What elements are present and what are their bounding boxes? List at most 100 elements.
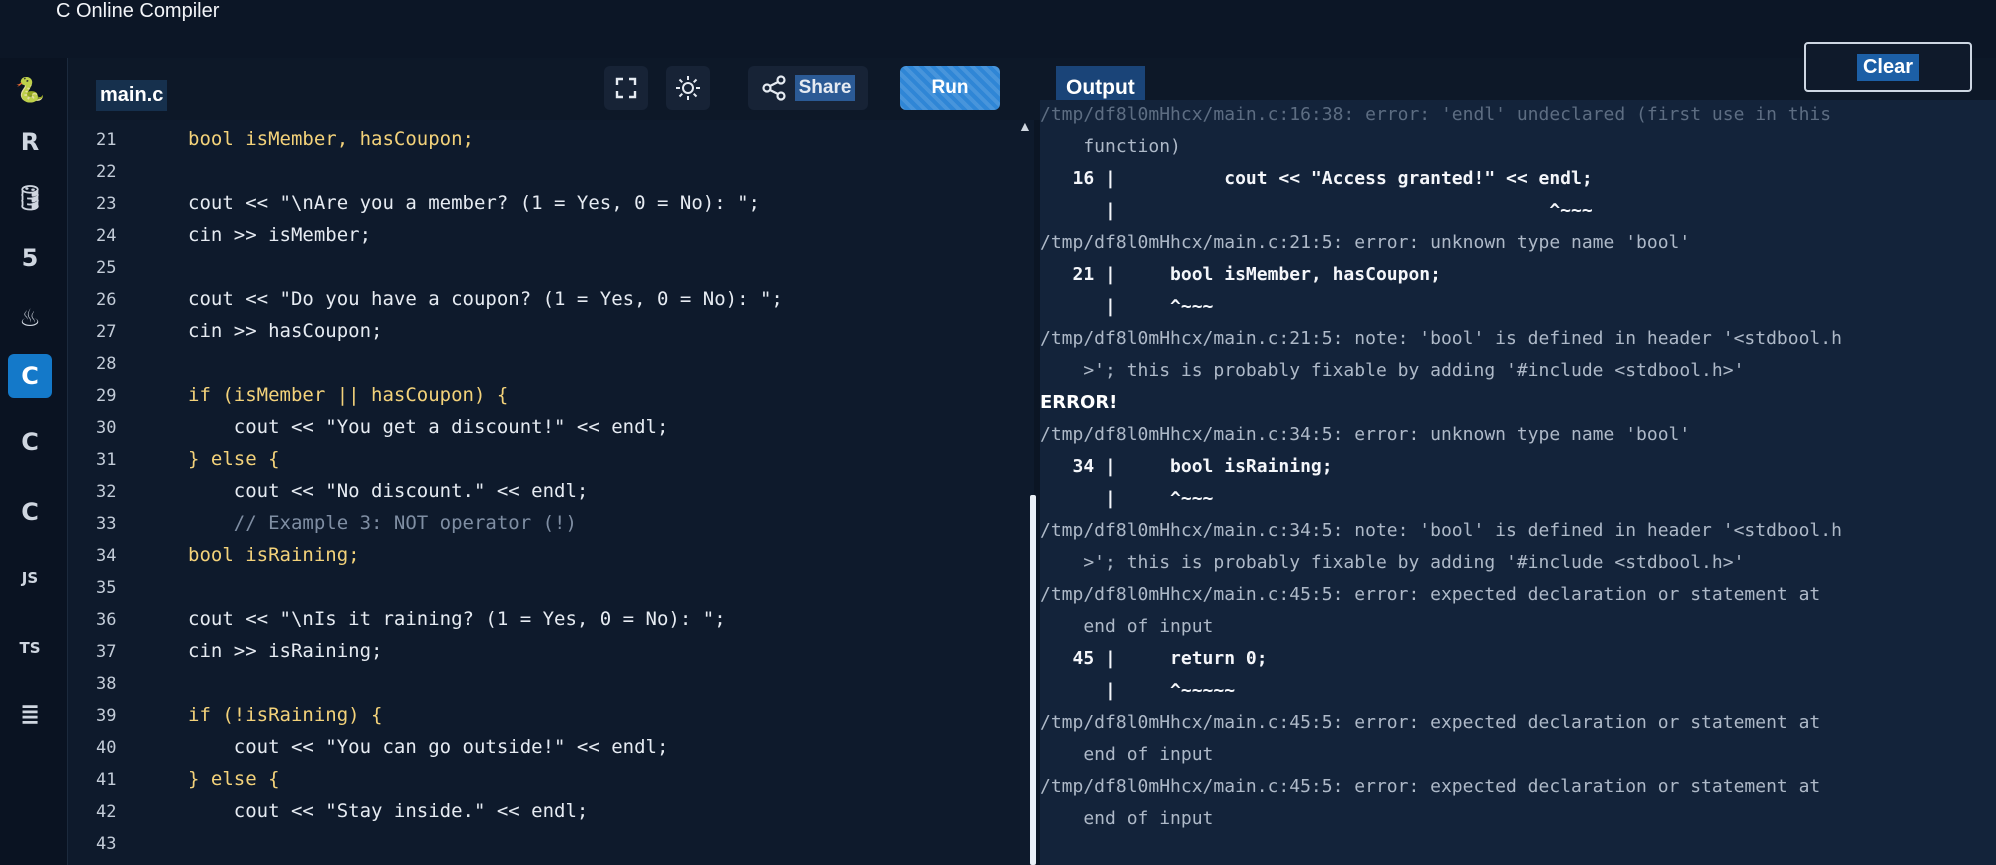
sidebar-item-csharp[interactable]: C (8, 490, 52, 534)
code-line: cout << "You get a discount!" << endl; (188, 416, 669, 438)
line-number: 25 (96, 258, 117, 278)
output-line: /tmp/df8l0mHhcx/main.c:16:38: error: 'en… (1040, 104, 1832, 125)
run-button[interactable]: Run (900, 66, 1000, 110)
top-bar: C Online Compiler (0, 0, 1996, 58)
theme-toggle-button[interactable] (666, 66, 710, 110)
javascript-icon: JS (21, 569, 39, 587)
fullscreen-button[interactable] (604, 66, 648, 110)
output-line: /tmp/df8l0mHhcx/main.c:45:5: error: expe… (1040, 712, 1821, 733)
python-icon: 🐍 (15, 76, 45, 104)
scroll-up-arrow-icon[interactable]: ▲ (1018, 118, 1032, 134)
html5-icon: 5 (21, 244, 39, 272)
line-number: 39 (96, 706, 117, 726)
file-tab-main-c[interactable]: main.c (96, 80, 168, 111)
sun-icon (676, 76, 700, 100)
code-line: if (!isRaining) { (188, 704, 383, 726)
code-line: cout << "You can go outside!" << endl; (188, 736, 669, 758)
line-number: 23 (96, 194, 117, 214)
share-label: Share (794, 75, 856, 101)
output-line: | ^~~~ (1040, 488, 1214, 509)
output-line: end of input (1040, 808, 1214, 829)
sidebar-item-r[interactable]: R (8, 120, 52, 164)
output-line: end of input (1040, 744, 1214, 765)
code-line: bool isRaining; (188, 544, 360, 566)
line-number: 31 (96, 450, 117, 470)
line-number: 32 (96, 482, 117, 502)
code-line: } else { (188, 448, 280, 470)
output-line: >'; this is probably fixable by adding '… (1040, 360, 1745, 381)
sidebar-item-java[interactable]: ♨ (8, 296, 52, 340)
clear-button[interactable]: Clear (1804, 42, 1972, 92)
code-line: } else { (188, 768, 280, 790)
output-line: | ^~~~ (1040, 296, 1214, 317)
code-line: cin >> isMember; (188, 224, 372, 246)
line-number: 26 (96, 290, 117, 310)
c-icon: C (21, 362, 39, 390)
code-line: cin >> hasCoupon; (188, 320, 383, 342)
output-line: /tmp/df8l0mHhcx/main.c:45:5: error: expe… (1040, 584, 1821, 605)
line-number: 29 (96, 386, 117, 406)
code-line: cout << "Do you have a coupon? (1 = Yes,… (188, 288, 783, 310)
output-line: | ^~~~~~ (1040, 680, 1236, 701)
output-line: 45 | return 0; (1040, 648, 1268, 669)
output-line: /tmp/df8l0mHhcx/main.c:21:5: note: 'bool… (1040, 328, 1842, 349)
line-number: 34 (96, 546, 117, 566)
code-line: cout << "No discount." << endl; (188, 480, 589, 502)
output-line: 16 | cout << "Access granted!" << endl; (1040, 168, 1593, 189)
typescript-icon: TS (19, 639, 41, 657)
output-line: /tmp/df8l0mHhcx/main.c:34:5: error: unkn… (1040, 424, 1691, 445)
sidebar-item-ts[interactable]: TS (8, 626, 52, 670)
line-number: 33 (96, 514, 117, 534)
cpp-icon: C (21, 428, 39, 456)
error-status-label: ERROR! (1040, 392, 1118, 413)
line-number: 24 (96, 226, 117, 246)
line-number: 42 (96, 802, 117, 822)
app-title: C Online Compiler (56, 0, 220, 22)
line-number-gutter: 21 22 23 24 25 26 27 28 29 30 31 32 33 3… (68, 120, 168, 865)
code-comment-line: // Example 3: NOT operator (!) (188, 512, 577, 534)
sidebar-item-db[interactable]: ≣ (8, 692, 52, 736)
csharp-icon: C (21, 498, 39, 526)
line-number: 41 (96, 770, 117, 790)
output-line: end of input (1040, 616, 1214, 637)
sidebar-item-python[interactable]: 🐍 (8, 68, 52, 112)
output-line: 34 | bool isRaining; (1040, 456, 1333, 477)
r-icon: R (20, 128, 40, 156)
java-icon: ♨ (19, 304, 41, 332)
sidebar-item-js[interactable]: JS (8, 556, 52, 600)
line-number: 36 (96, 610, 117, 630)
line-number: 27 (96, 322, 117, 342)
output-line: | ^~~~ (1040, 200, 1593, 221)
sidebar-item-sql[interactable]: 🛢 (8, 176, 52, 220)
line-number: 22 (96, 162, 117, 182)
line-number: 43 (96, 834, 117, 854)
sidebar-item-cpp[interactable]: C (8, 420, 52, 464)
code-line: cin >> isRaining; (188, 640, 383, 662)
sidebar-item-c[interactable]: C (8, 354, 52, 398)
code-line: cout << "Stay inside." << endl; (188, 800, 589, 822)
line-number: 35 (96, 578, 117, 598)
code-editor[interactable]: 21 22 23 24 25 26 27 28 29 30 31 32 33 3… (68, 120, 1034, 865)
line-number: 38 (96, 674, 117, 694)
fullscreen-icon (615, 77, 637, 99)
line-number: 21 (96, 130, 117, 150)
output-line: 21 | bool isMember, hasCoupon; (1040, 264, 1441, 285)
stack-icon: ≣ (19, 700, 41, 728)
line-number: 30 (96, 418, 117, 438)
share-button[interactable]: Share (748, 66, 868, 110)
editor-scrollbar-thumb[interactable] (1030, 495, 1036, 865)
clear-label: Clear (1856, 53, 1920, 81)
code-line: cout << "\nIs it raining? (1 = Yes, 0 = … (188, 608, 726, 630)
output-panel: /tmp/df8l0mHhcx/main.c:16:38: error: 'en… (1040, 100, 1996, 865)
line-number: 37 (96, 642, 117, 662)
output-line: /tmp/df8l0mHhcx/main.c:34:5: note: 'bool… (1040, 520, 1842, 541)
output-line: /tmp/df8l0mHhcx/main.c:21:5: error: unkn… (1040, 232, 1691, 253)
line-number: 40 (96, 738, 117, 758)
database-icon: 🛢 (14, 184, 46, 212)
share-icon (761, 75, 786, 101)
output-line: >'; this is probably fixable by adding '… (1040, 552, 1745, 573)
code-line: if (isMember || hasCoupon) { (188, 384, 509, 406)
code-line: bool isMember, hasCoupon; (188, 128, 474, 150)
sidebar-item-html5[interactable]: 5 (8, 236, 52, 280)
output-line: /tmp/df8l0mHhcx/main.c:45:5: error: expe… (1040, 776, 1821, 797)
